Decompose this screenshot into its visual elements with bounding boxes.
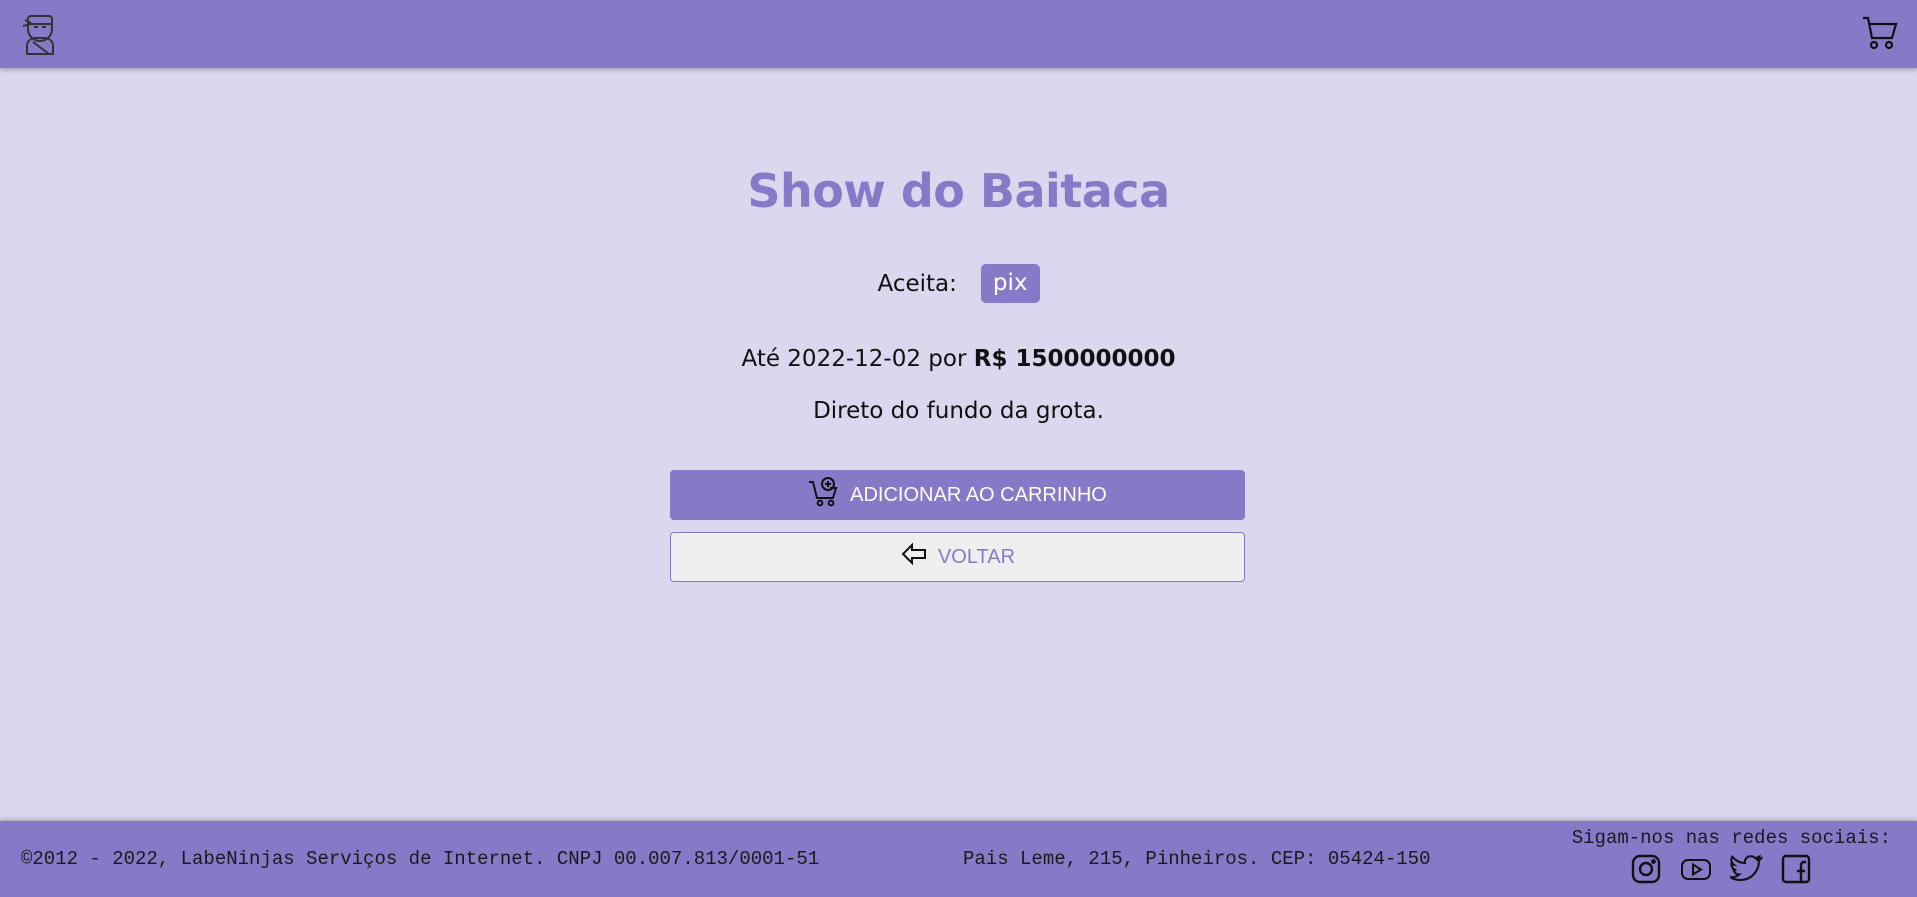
accepts-label: Aceita: <box>877 270 957 297</box>
service-description: Direto do fundo da grota. <box>813 398 1104 424</box>
service-details: Show do Baitaca Aceita: pix Até 2022-12-… <box>0 68 1917 821</box>
cart-plus-icon <box>808 476 840 514</box>
add-to-cart-button[interactable]: ADICIONAR AO CARRINHO <box>670 470 1245 520</box>
social-links <box>1628 851 1814 887</box>
ninja-logo-icon[interactable] <box>18 10 64 58</box>
back-button[interactable]: VOLTAR <box>670 532 1245 582</box>
twitter-icon[interactable] <box>1728 851 1764 887</box>
payment-methods: Aceita: pix <box>0 264 1917 303</box>
social-title: Sigam-nos nas redes sociais: <box>1571 827 1891 849</box>
cart-icon[interactable] <box>1857 10 1903 56</box>
deadline-price: Até 2022-12-02 por R$ 1500000000 <box>0 346 1917 372</box>
add-to-cart-label: ADICIONAR AO CARRINHO <box>850 483 1107 506</box>
payment-badge-pix: pix <box>980 264 1040 303</box>
service-title: Show do Baitaca <box>747 164 1170 218</box>
price-connector: por <box>928 346 967 372</box>
deadline-date: 2022-12-02 <box>787 346 921 372</box>
address-text: Pais Leme, 215, Pinheiros. CEP: 05424-15… <box>963 848 1431 870</box>
arrow-left-icon <box>900 542 928 572</box>
copyright-text: ©2012 - 2022, LabeNinjas Serviços de Int… <box>21 848 820 870</box>
top-header <box>0 0 1917 68</box>
facebook-icon[interactable] <box>1778 851 1814 887</box>
instagram-icon[interactable] <box>1628 851 1664 887</box>
service-price: R$ 1500000000 <box>973 346 1176 372</box>
youtube-icon[interactable] <box>1678 851 1714 887</box>
deadline-prefix: Até <box>741 346 780 372</box>
back-label: VOLTAR <box>937 545 1016 568</box>
page-footer: ©2012 - 2022, LabeNinjas Serviços de Int… <box>0 821 1917 897</box>
